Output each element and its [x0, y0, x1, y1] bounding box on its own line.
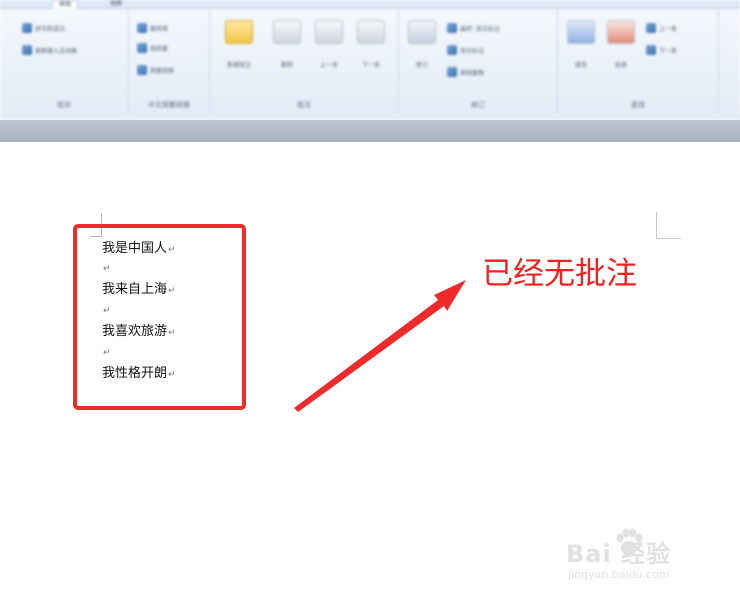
watermark-url: jingyan.baidu.com: [568, 568, 670, 581]
watermark-logo: Bai 经验 jingyan.baidu.com: [560, 524, 730, 588]
watermark-brand: Bai 经验: [566, 540, 672, 568]
red-arrow-icon: [294, 280, 466, 412]
annotation-text: 已经无批注: [482, 256, 637, 292]
